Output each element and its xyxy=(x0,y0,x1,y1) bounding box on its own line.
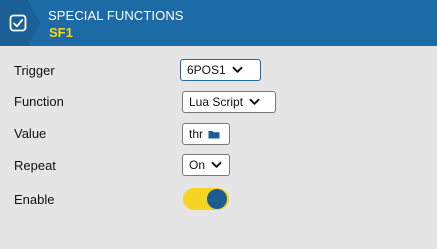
enable-label: Enable xyxy=(14,192,55,207)
function-select[interactable]: Lua Script xyxy=(182,91,276,113)
folder-icon xyxy=(208,130,220,138)
enable-toggle[interactable] xyxy=(183,188,229,210)
header-bar: SPECIAL FUNCTIONS SF1 xyxy=(0,0,437,46)
checkbox-icon xyxy=(9,14,27,32)
chevron-down-icon xyxy=(211,161,222,168)
header-icon-block xyxy=(0,0,40,46)
trigger-value: 6POS1 xyxy=(187,63,226,77)
function-label: Function xyxy=(14,94,64,109)
function-value: Lua Script xyxy=(189,95,244,109)
toggle-knob xyxy=(207,189,227,209)
chevron-down-icon xyxy=(249,98,260,105)
value-value: thr xyxy=(189,127,204,141)
value-file-picker[interactable]: thr xyxy=(182,123,230,145)
repeat-select[interactable]: On xyxy=(182,154,230,176)
value-label: Value xyxy=(14,126,47,141)
repeat-label: Repeat xyxy=(14,158,56,173)
repeat-value: On xyxy=(189,158,206,172)
chevron-down-icon xyxy=(232,66,243,73)
trigger-label: Trigger xyxy=(14,63,55,78)
trigger-select[interactable]: 6POS1 xyxy=(180,59,261,81)
page-title: SPECIAL FUNCTIONS xyxy=(48,8,184,23)
page-subtitle: SF1 xyxy=(49,25,73,40)
